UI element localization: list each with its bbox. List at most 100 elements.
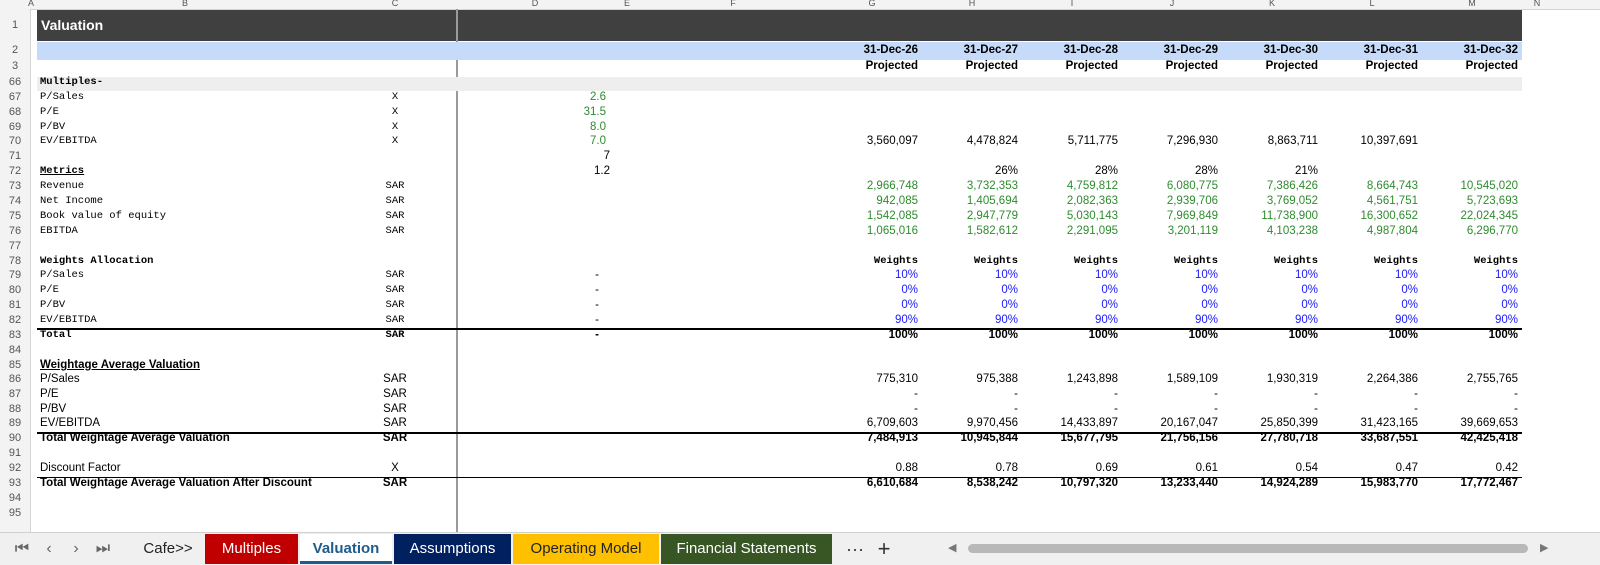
row-number[interactable]: 94 <box>0 492 30 504</box>
column-header-m[interactable]: M <box>1467 0 1477 8</box>
weight-value: 0% <box>1501 284 1518 296</box>
row-number[interactable]: 2 <box>0 44 30 56</box>
row-number[interactable]: 84 <box>0 344 30 356</box>
row-number[interactable]: 88 <box>0 403 30 415</box>
row-number[interactable]: 76 <box>0 225 30 237</box>
unit-label: SAR <box>383 417 407 429</box>
row-number[interactable]: 81 <box>0 299 30 311</box>
scroll-right-icon[interactable]: ▶ <box>1540 541 1548 554</box>
sheet-tab[interactable]: Operating Model <box>513 534 659 564</box>
row-number[interactable]: 92 <box>0 462 30 474</box>
section-weights: Weights Allocation <box>40 255 154 267</box>
unit-label: X <box>391 91 399 103</box>
sheet-tab[interactable]: Cafe>> <box>128 534 208 564</box>
column-header-c[interactable]: C <box>390 0 400 8</box>
section-wav: Weightage Average Valuation <box>40 359 200 371</box>
wav-value: 39,669,653 <box>1460 417 1518 429</box>
wav-label: EV/EBITDA <box>40 417 101 429</box>
wav-label: P/BV <box>40 403 67 415</box>
dash-value: - <box>595 329 599 341</box>
column-header-b[interactable]: B <box>180 0 190 8</box>
multiple-value: 8.0 <box>590 121 606 133</box>
unit-label: SAR <box>385 225 405 237</box>
row-number[interactable]: 71 <box>0 150 30 162</box>
add-sheet-icon[interactable]: + <box>872 537 896 561</box>
row-number[interactable]: 73 <box>0 180 30 192</box>
row-number[interactable]: 95 <box>0 507 30 519</box>
scroll-left-icon[interactable]: ◀ <box>948 541 956 554</box>
column-header-a[interactable]: A <box>26 0 36 8</box>
metric-value: 5,723,693 <box>1466 195 1518 207</box>
column-header-e[interactable]: E <box>622 0 632 8</box>
prev-sheet-icon[interactable]: ‹ <box>37 537 61 561</box>
row-number[interactable]: 83 <box>0 329 30 341</box>
dash-value: - <box>595 284 599 296</box>
row-number[interactable]: 78 <box>0 255 30 267</box>
metric-label: Revenue <box>40 180 85 192</box>
multiple-label: P/E <box>40 106 59 118</box>
weight-label: EV/EBITDA <box>40 314 97 326</box>
sheet-tab[interactable]: Financial Statements <box>661 534 832 564</box>
spreadsheet-grid[interactable]: Valuation 31-Dec-26 Projected 31-Dec-27 Pro… <box>0 0 1600 532</box>
row-number[interactable]: 69 <box>0 121 30 133</box>
column-header-k[interactable]: K <box>1267 0 1277 8</box>
sheet-tab[interactable]: Assumptions <box>394 534 511 564</box>
unit-label: SAR <box>385 195 405 207</box>
row-number[interactable]: 67 <box>0 91 30 103</box>
column-header-n[interactable]: N <box>1532 0 1542 8</box>
row-number[interactable]: 66 <box>0 76 30 88</box>
unit-label: SAR <box>385 284 405 296</box>
column-header-l[interactable]: L <box>1367 0 1377 8</box>
row-number[interactable]: 3 <box>0 60 30 72</box>
row-number[interactable]: 86 <box>0 373 30 385</box>
row-number[interactable]: 89 <box>0 417 30 429</box>
sheet-title: Valuation <box>41 17 104 33</box>
weight-label: P/BV <box>40 299 66 311</box>
next-sheet-icon[interactable]: › <box>64 537 88 561</box>
row-number[interactable]: 82 <box>0 314 30 326</box>
row-number[interactable]: 93 <box>0 477 30 489</box>
unit-label: SAR <box>385 210 405 222</box>
unit-label: SAR <box>382 477 408 489</box>
sheet-tab[interactable]: Valuation <box>300 534 392 564</box>
column-header-j[interactable]: J <box>1167 0 1177 8</box>
horizontal-scrollbar[interactable] <box>968 544 1528 553</box>
unit-label: X <box>391 462 399 474</box>
row-number[interactable]: 90 <box>0 432 30 444</box>
row-number[interactable]: 72 <box>0 165 30 177</box>
column-header-bar <box>0 0 1600 10</box>
unit-label: SAR <box>382 432 408 444</box>
row-number[interactable]: 1 <box>0 19 30 31</box>
row-number[interactable]: 87 <box>0 388 30 400</box>
first-sheet-icon[interactable]: ⏮ <box>10 537 34 561</box>
row-number[interactable]: 75 <box>0 210 30 222</box>
unit-label: SAR <box>383 388 407 400</box>
cell-value: 7 <box>603 150 610 162</box>
growth-rate: 21% <box>1294 165 1318 177</box>
row-number[interactable]: 91 <box>0 447 30 459</box>
row-number[interactable]: 68 <box>0 106 30 118</box>
row-number[interactable]: 74 <box>0 195 30 207</box>
unit-label: SAR <box>385 269 405 281</box>
column-header-i[interactable]: I <box>1067 0 1077 8</box>
column-header-f[interactable]: F <box>728 0 738 8</box>
column-header-h[interactable]: H <box>967 0 977 8</box>
section-multiples: Multiples- <box>40 76 104 88</box>
more-sheets-icon[interactable]: ··· <box>843 537 867 561</box>
last-sheet-icon[interactable]: ⏭ <box>91 537 115 561</box>
total-label: Total <box>40 329 72 341</box>
unit-label: SAR <box>385 314 405 326</box>
dash-value: - <box>595 269 599 281</box>
row-number[interactable]: 70 <box>0 135 30 147</box>
weight-value: 0% <box>1501 299 1518 311</box>
row-number[interactable]: 79 <box>0 269 30 281</box>
row-number[interactable]: 85 <box>0 359 30 371</box>
row-number[interactable]: 80 <box>0 284 30 296</box>
sheet-tab[interactable]: Multiples <box>205 534 298 564</box>
wav-label: P/E <box>40 388 59 400</box>
ev-value: 10,397,691 <box>1360 135 1418 147</box>
column-header-d[interactable]: D <box>530 0 540 8</box>
column-header-g[interactable]: G <box>867 0 877 8</box>
row-number[interactable]: 77 <box>0 240 30 252</box>
discount-value: 0.42 <box>1495 462 1518 474</box>
